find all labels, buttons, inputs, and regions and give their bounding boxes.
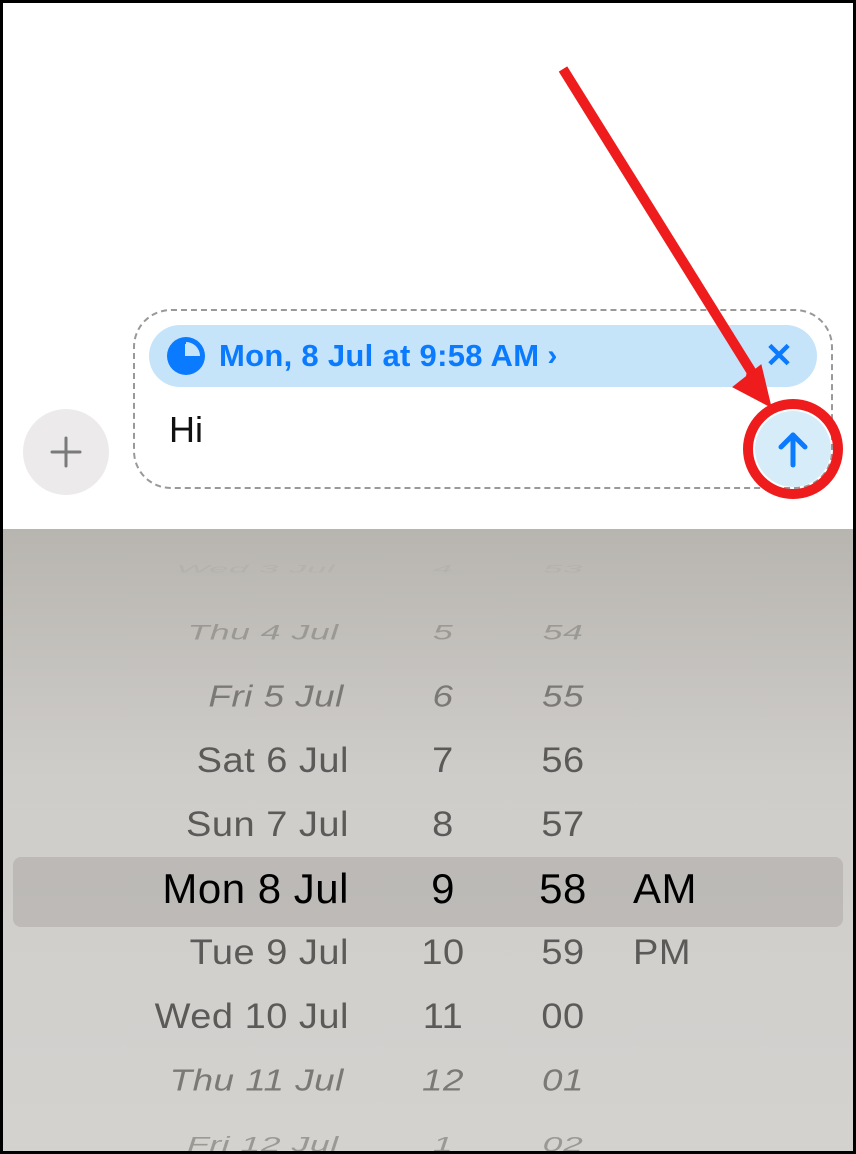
picker-row[interactable]: 11 <box>383 987 503 1047</box>
picker-row[interactable]: 5 <box>387 615 500 650</box>
picker-row[interactable]: 02 <box>507 1127 620 1151</box>
picker-row[interactable]: Sun 7 Jul <box>3 795 349 855</box>
picker-row[interactable]: 9 <box>383 857 503 921</box>
picker-row[interactable]: Thu 11 Jul <box>8 1055 344 1106</box>
compose-bubble: Mon, 8 Jul at 9:58 AM › ✕ Hi <box>133 309 833 489</box>
add-button[interactable] <box>23 409 109 495</box>
picker-wheel-ampm[interactable]: AMPM <box>623 537 763 1151</box>
arrow-up-icon <box>775 429 811 469</box>
schedule-text: Mon, 8 Jul at 9:58 AM <box>219 338 539 374</box>
clock-icon <box>167 337 205 375</box>
picker-row[interactable]: 58 <box>503 857 623 921</box>
picker-row[interactable]: 59 <box>503 923 623 983</box>
chevron-right-icon: › <box>547 339 557 373</box>
plus-icon <box>46 432 86 472</box>
picker-row[interactable]: Fri 12 Jul <box>13 1127 338 1151</box>
picker-row[interactable]: 56 <box>503 731 623 791</box>
picker-wheel-hour[interactable]: 4 5 6 7891011 12 1 <box>383 537 503 1151</box>
picker-row[interactable]: Sat 6 Jul <box>3 731 349 791</box>
picker-row[interactable]: Wed 3 Jul <box>17 559 335 578</box>
picker-row[interactable]: 12 <box>385 1055 501 1106</box>
picker-row[interactable]: 55 <box>505 671 621 722</box>
picker-row[interactable]: 6 <box>385 671 501 722</box>
picker-row[interactable]: 53 <box>508 559 618 578</box>
picker-row[interactable]: Fri 5 Jul <box>8 671 344 722</box>
picker-row[interactable]: 54 <box>507 615 620 650</box>
schedule-pill[interactable]: Mon, 8 Jul at 9:58 AM › ✕ <box>149 325 817 387</box>
picker-wheel-date[interactable]: Wed 3 Jul Thu 4 Jul Fri 5 Jul Sat 6 JulSun … <box>3 537 383 1151</box>
message-input[interactable]: Hi <box>169 409 203 451</box>
messages-compose-area: Mon, 8 Jul at 9:58 AM › ✕ Hi <box>3 3 853 529</box>
picker-row[interactable]: 01 <box>505 1055 621 1106</box>
picker-row[interactable]: Tue 9 Jul <box>3 923 349 983</box>
picker-row[interactable]: 1 <box>387 1127 500 1151</box>
close-icon[interactable]: ✕ <box>759 336 799 376</box>
send-button[interactable] <box>755 411 831 487</box>
picker-row[interactable]: PM <box>633 923 763 983</box>
picker-row[interactable]: AM <box>633 857 763 921</box>
datetime-picker[interactable]: Wed 3 Jul Thu 4 Jul Fri 5 Jul Sat 6 JulSun … <box>3 529 853 1151</box>
picker-row[interactable]: 57 <box>503 795 623 855</box>
picker-row[interactable]: Mon 8 Jul <box>3 857 349 921</box>
picker-wheel-minute[interactable]: 53 54 55 5657585900 01 02 <box>503 537 623 1151</box>
picker-row[interactable]: 00 <box>503 987 623 1047</box>
picker-row[interactable]: Thu 4 Jul <box>13 615 338 650</box>
picker-row[interactable]: 4 <box>388 559 498 578</box>
picker-row[interactable]: 7 <box>383 731 503 791</box>
picker-row[interactable]: Wed 10 Jul <box>3 987 349 1047</box>
picker-row[interactable]: 10 <box>383 923 503 983</box>
picker-row[interactable]: 8 <box>383 795 503 855</box>
